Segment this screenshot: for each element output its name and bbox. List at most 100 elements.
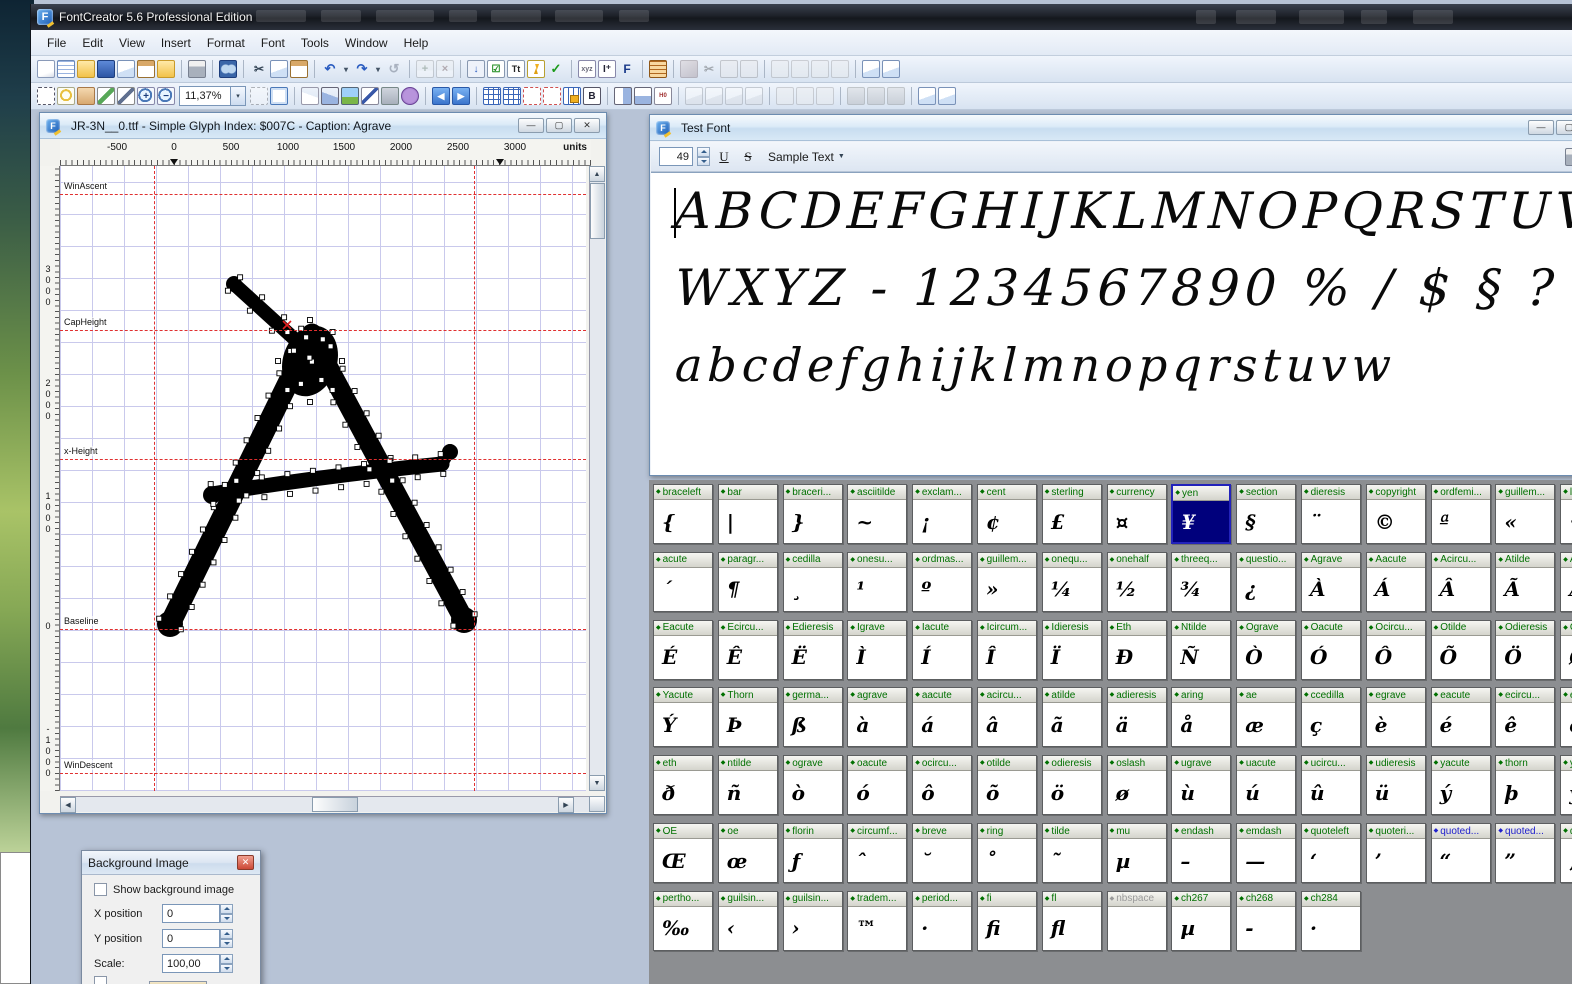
- glyph-cell-ecircu[interactable]: ◆ecircu...ê: [1495, 687, 1555, 747]
- font-size-stepper[interactable]: [697, 147, 710, 166]
- glyph-cell-ring[interactable]: ◆ring˚: [977, 823, 1037, 883]
- open-button[interactable]: [77, 60, 95, 78]
- glyph-cell-eth[interactable]: ◆ethð: [653, 755, 713, 815]
- glyph-cell-onehalf[interactable]: ◆onehalf½: [1107, 552, 1167, 612]
- draw-rectangle-button[interactable]: [381, 87, 399, 105]
- glyph-cell-currency[interactable]: ◆currency¤: [1107, 484, 1167, 544]
- glyph-cell-germa[interactable]: ◆germa...ß: [783, 687, 843, 747]
- measure-tool[interactable]: [97, 87, 115, 105]
- paste-button[interactable]: [290, 60, 308, 78]
- glyph-cell-guilsin[interactable]: ◆guilsin...›: [783, 891, 843, 951]
- glyph-cell-ordmas[interactable]: ◆ordmas...º: [912, 552, 972, 612]
- scale-stepper[interactable]: [220, 954, 233, 973]
- copy-button[interactable]: [270, 60, 288, 78]
- glyph-window-titlebar[interactable]: F JR-3N__0.ttf - Simple Glyph Index: $00…: [40, 113, 606, 139]
- menu-edit[interactable]: Edit: [74, 33, 111, 53]
- horizontal-scroll-thumb[interactable]: [312, 797, 358, 812]
- glyph-cell-Icircum[interactable]: ◆Icircum...Î: [977, 620, 1037, 680]
- contour-mode-button[interactable]: [301, 87, 319, 105]
- underline-button[interactable]: U: [714, 147, 734, 167]
- dialog-titlebar[interactable]: Background Image ✕: [82, 851, 260, 875]
- glyph-cell-bar[interactable]: ◆bar|: [718, 484, 778, 544]
- glyph-cell-Otilde[interactable]: ◆OtildeÕ: [1431, 620, 1491, 680]
- menu-font[interactable]: Font: [253, 33, 293, 53]
- glyph-cell-ch267[interactable]: ◆ch267µ: [1171, 891, 1231, 951]
- snap-to-grid-button[interactable]: [503, 87, 521, 105]
- bring-forward-button[interactable]: [862, 60, 880, 78]
- pan-tool[interactable]: [77, 87, 95, 105]
- glyph-cell-Ocircu[interactable]: ◆Ocircu...Ô: [1366, 620, 1426, 680]
- glyph-cell-oslash[interactable]: ◆oslashø: [1107, 755, 1167, 815]
- glyph-cell-oe[interactable]: ◆oeœ: [718, 823, 778, 883]
- snap-to-guidelines-button[interactable]: [543, 87, 561, 105]
- glyph-cell-pertho[interactable]: ◆pertho...‰: [653, 891, 713, 951]
- test-font-button[interactable]: Tt: [507, 60, 525, 78]
- glyph-cell-threeq[interactable]: ◆threeq...¾: [1171, 552, 1231, 612]
- resize-grip[interactable]: [589, 796, 605, 812]
- menu-tools[interactable]: Tools: [293, 33, 337, 53]
- zoom-level-value[interactable]: 11,37%: [179, 86, 231, 106]
- glyph-cell-Acircu[interactable]: ◆Acircu...Â: [1431, 552, 1491, 612]
- glyph-cell-sterling[interactable]: ◆sterling£: [1042, 484, 1102, 544]
- glyph-cell-emdash[interactable]: ◆emdash—: [1236, 823, 1296, 883]
- glyph-cell-logica[interactable]: ◆logica...¬: [1560, 484, 1572, 544]
- left-bearing-marker[interactable]: [170, 159, 178, 165]
- glyph-cell-breve[interactable]: ◆breve˘: [912, 823, 972, 883]
- glyph-cell-aring[interactable]: ◆aringå: [1171, 687, 1231, 747]
- glyph-cell-Oacute[interactable]: ◆OacuteÓ: [1301, 620, 1361, 680]
- undo-button[interactable]: ↶: [321, 60, 339, 78]
- redo-button[interactable]: ↷: [353, 60, 371, 78]
- fit-window-button[interactable]: [270, 87, 288, 105]
- glyph-cell-ccedilla[interactable]: ◆ccedillaç: [1301, 687, 1361, 747]
- glyph-cell-ograve[interactable]: ◆ograveò: [783, 755, 843, 815]
- glyph-cell-quoted[interactable]: ◆quoted...„: [1560, 823, 1572, 883]
- paste-glyphs-button[interactable]: [137, 60, 155, 78]
- glyph-cell-acircu[interactable]: ◆acircu...â: [977, 687, 1037, 747]
- glyph-cell-guillem[interactable]: ◆guillem...»: [977, 552, 1037, 612]
- order-button-2[interactable]: [705, 87, 723, 105]
- knife-tool[interactable]: [117, 87, 135, 105]
- glyph-cell-endash[interactable]: ◆endash–: [1171, 823, 1231, 883]
- group-button-2[interactable]: [938, 87, 956, 105]
- glyph-cell-braceri[interactable]: ◆braceri...}: [783, 484, 843, 544]
- font-properties-button[interactable]: F: [618, 60, 636, 78]
- glyph-cell-otilde[interactable]: ◆otildeõ: [977, 755, 1037, 815]
- glyph-horizontal-scrollbar[interactable]: ◀ ▶: [60, 796, 590, 812]
- scroll-left-button[interactable]: ◀: [60, 797, 76, 813]
- join-contour-button[interactable]: [720, 60, 738, 78]
- glyph-cell-onesu[interactable]: ◆onesu...¹: [847, 552, 907, 612]
- revert-button[interactable]: ↺: [385, 60, 403, 78]
- send-backward-button[interactable]: [882, 60, 900, 78]
- cut-button[interactable]: ✂: [250, 60, 268, 78]
- sort-button[interactable]: ↓: [467, 60, 485, 78]
- x-position-stepper[interactable]: [220, 904, 233, 923]
- glyph-cell-Igrave[interactable]: ◆IgraveÌ: [847, 620, 907, 680]
- zoom-in-tool[interactable]: +: [137, 87, 155, 105]
- next-glyph-button[interactable]: ▶: [452, 87, 470, 105]
- glyph-cell-Iacute[interactable]: ◆IacuteÍ: [912, 620, 972, 680]
- split-vertical-button[interactable]: [634, 87, 652, 105]
- slant-button[interactable]: [831, 60, 849, 78]
- glyph-cell-ch284[interactable]: ◆ch284·: [1301, 891, 1361, 951]
- glyph-cell-ucircu[interactable]: ◆ucircu...û: [1301, 755, 1361, 815]
- vertical-scroll-thumb[interactable]: [590, 183, 605, 239]
- glyph-cell-udieresis[interactable]: ◆udieresisü: [1366, 755, 1426, 815]
- glyph-cell-florin[interactable]: ◆florinƒ: [783, 823, 843, 883]
- delete-glyph-button[interactable]: [436, 60, 454, 78]
- print-sample-button[interactable]: [1565, 148, 1572, 166]
- background-image-button[interactable]: [341, 87, 359, 105]
- glyph-cell-atilde[interactable]: ◆atildeã: [1042, 687, 1102, 747]
- show-background-checkbox[interactable]: [94, 883, 107, 896]
- glyph-cell-Ntilde[interactable]: ◆NtildeÑ: [1171, 620, 1231, 680]
- glyph-vertical-scrollbar[interactable]: ▲ ▼: [589, 166, 605, 791]
- point-mode-button[interactable]: [321, 87, 339, 105]
- glyph-cell-egrave[interactable]: ◆egraveè: [1366, 687, 1426, 747]
- glyph-cell-cent[interactable]: ◆cent¢: [977, 484, 1037, 544]
- close-button[interactable]: ✕: [574, 118, 600, 133]
- properties-panel-button[interactable]: [649, 60, 667, 78]
- glyph-cell-quoteri[interactable]: ◆quoteri...’: [1366, 823, 1426, 883]
- glyph-cell-Eacute[interactable]: ◆EacuteÉ: [653, 620, 713, 680]
- size-button-3[interactable]: [887, 87, 905, 105]
- glyph-canvas[interactable]: WinAscentCapHeightx-HeightBaselineWinDes…: [60, 166, 586, 791]
- glyph-cell-eacute[interactable]: ◆eacuteé: [1431, 687, 1491, 747]
